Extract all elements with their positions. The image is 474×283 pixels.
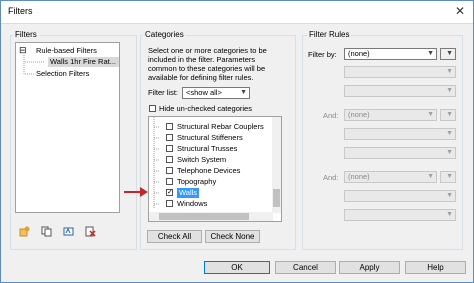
annotation-arrow-icon xyxy=(124,187,148,197)
tree-connector xyxy=(154,137,159,139)
chevron-down-icon: ▼ xyxy=(446,192,453,199)
chevron-down-icon: ▼ xyxy=(240,89,247,96)
filter-by-operator-dropdown: ▼ xyxy=(440,48,456,60)
rule-3-value-dropdown: ▼ xyxy=(344,209,456,221)
help-button[interactable]: Help xyxy=(405,261,466,274)
categories-list[interactable]: Structural Rebar Couplers Structural Stif… xyxy=(148,116,282,222)
filter-list-label: Filter list: xyxy=(148,88,178,97)
horizontal-scroll-thumb[interactable] xyxy=(159,213,249,220)
window-title: Filters xyxy=(8,6,33,16)
filter-rules-panel-label: Filter Rules xyxy=(307,30,352,39)
rule-2-logic-dropdown: ▼ xyxy=(440,109,456,121)
and-label-2: And: xyxy=(323,173,339,182)
category-item[interactable]: Structural Stiffeners xyxy=(149,133,273,143)
tree-connector xyxy=(154,126,159,128)
check-none-button[interactable]: Check None xyxy=(205,230,260,243)
tree-connector xyxy=(154,170,159,172)
filter-by-label: Filter by: xyxy=(308,50,337,59)
vertical-scroll-thumb[interactable] xyxy=(273,189,280,207)
category-label: Structural Rebar Couplers xyxy=(177,122,264,131)
title-bar: Filters ✕ xyxy=(1,1,473,24)
rule-3-logic-dropdown: ▼ xyxy=(440,171,456,183)
chevron-down-icon: ▼ xyxy=(427,173,434,180)
rule-2-value-dropdown: ▼ xyxy=(344,147,456,159)
tree-connector xyxy=(154,181,159,183)
categories-horizontal-scrollbar[interactable] xyxy=(149,212,273,221)
filter-tree[interactable]: ⊟ Rule-based Filters Walls 1hr Fire Rat.… xyxy=(15,42,120,213)
filter-list-value: <show all> xyxy=(186,88,222,97)
chevron-down-icon: ▼ xyxy=(446,50,453,57)
category-label: Walls xyxy=(177,188,200,198)
tree-item-walls-filter[interactable]: Walls 1hr Fire Rat... xyxy=(48,57,119,67)
category-label: Structural Stiffeners xyxy=(177,133,243,142)
category-label: Topography xyxy=(177,177,217,186)
chevron-down-icon: ▼ xyxy=(446,149,453,156)
rule-3-field-dropdown: (none) ▼ xyxy=(344,171,437,183)
category-item[interactable]: ✓ Walls xyxy=(149,188,273,198)
tree-item-selection-filters[interactable]: Selection Filters xyxy=(36,69,89,79)
tree-connector xyxy=(154,192,159,194)
hide-unchecked-checkbox[interactable] xyxy=(149,105,156,112)
chevron-down-icon: ▼ xyxy=(427,111,434,118)
category-checkbox[interactable] xyxy=(166,123,173,130)
category-label: Windows xyxy=(177,199,208,208)
rule-2-operator-dropdown: ▼ xyxy=(344,128,456,140)
category-checkbox[interactable] xyxy=(166,167,173,174)
rule-3-operator-dropdown: ▼ xyxy=(344,190,456,202)
check-all-button[interactable]: Check All xyxy=(147,230,202,243)
tree-connector xyxy=(154,203,159,205)
category-checkbox[interactable]: ✓ xyxy=(166,189,173,196)
rule-2-field-value: (none) xyxy=(348,110,370,119)
rule-1-value-dropdown: ▼ xyxy=(344,85,456,97)
category-checkbox[interactable] xyxy=(166,134,173,141)
ok-button[interactable]: OK xyxy=(204,261,270,274)
filter-list-dropdown[interactable]: <show all> ▼ xyxy=(182,87,250,99)
filters-panel-label: Filters xyxy=(13,30,39,39)
categories-description-line-1: Select one or more categories to be xyxy=(148,46,267,55)
category-item[interactable]: Topography xyxy=(149,177,273,187)
category-checkbox[interactable] xyxy=(166,156,173,163)
and-label-1: And: xyxy=(323,111,339,120)
categories-description-line-3: common to these categories will be xyxy=(148,64,266,73)
chevron-down-icon: ▼ xyxy=(446,68,453,75)
new-filter-icon[interactable] xyxy=(19,226,30,237)
rule-1-operator-dropdown: ▼ xyxy=(344,66,456,78)
chevron-down-icon: ▼ xyxy=(446,130,453,137)
close-icon[interactable]: ✕ xyxy=(455,4,465,18)
category-item[interactable]: Structural Trusses xyxy=(149,144,273,154)
category-label: Structural Trusses xyxy=(177,144,238,153)
category-item[interactable]: Switch System xyxy=(149,155,273,165)
rule-3-field-value: (none) xyxy=(348,172,370,181)
category-item[interactable]: Telephone Devices xyxy=(149,166,273,176)
category-checkbox[interactable] xyxy=(166,178,173,185)
filter-by-value: (none) xyxy=(348,49,370,58)
category-label: Telephone Devices xyxy=(177,166,241,175)
delete-filter-icon[interactable] xyxy=(85,226,96,237)
hide-unchecked-label: Hide un-checked categories xyxy=(159,104,252,113)
chevron-down-icon: ▼ xyxy=(446,211,453,218)
tree-connector xyxy=(154,159,159,161)
categories-description-line-2: included in the filter. Parameters xyxy=(148,55,256,64)
categories-vertical-scrollbar[interactable] xyxy=(272,117,281,213)
rule-2-field-dropdown: (none) ▼ xyxy=(344,109,437,121)
chevron-down-icon: ▼ xyxy=(446,111,453,118)
category-item[interactable]: Structural Rebar Couplers xyxy=(149,122,273,132)
cancel-button[interactable]: Cancel xyxy=(275,261,336,274)
categories-panel-label: Categories xyxy=(143,30,186,39)
rename-filter-icon[interactable] xyxy=(63,226,74,237)
duplicate-filter-icon[interactable] xyxy=(41,226,52,237)
category-item[interactable]: Windows xyxy=(149,199,273,209)
chevron-down-icon: ▼ xyxy=(446,173,453,180)
chevron-down-icon: ▼ xyxy=(446,87,453,94)
category-checkbox[interactable] xyxy=(166,200,173,207)
tree-connector xyxy=(154,148,159,150)
filters-dialog: Filters ✕ Filters ⊟ Rule-based Filters W… xyxy=(0,0,474,283)
category-label: Switch System xyxy=(177,155,227,164)
apply-button[interactable]: Apply xyxy=(339,261,400,274)
categories-description-line-4: available for defining filter rules. xyxy=(148,73,254,82)
chevron-down-icon: ▼ xyxy=(427,50,434,57)
category-checkbox[interactable] xyxy=(166,145,173,152)
filter-by-field-dropdown[interactable]: (none) ▼ xyxy=(344,48,437,60)
